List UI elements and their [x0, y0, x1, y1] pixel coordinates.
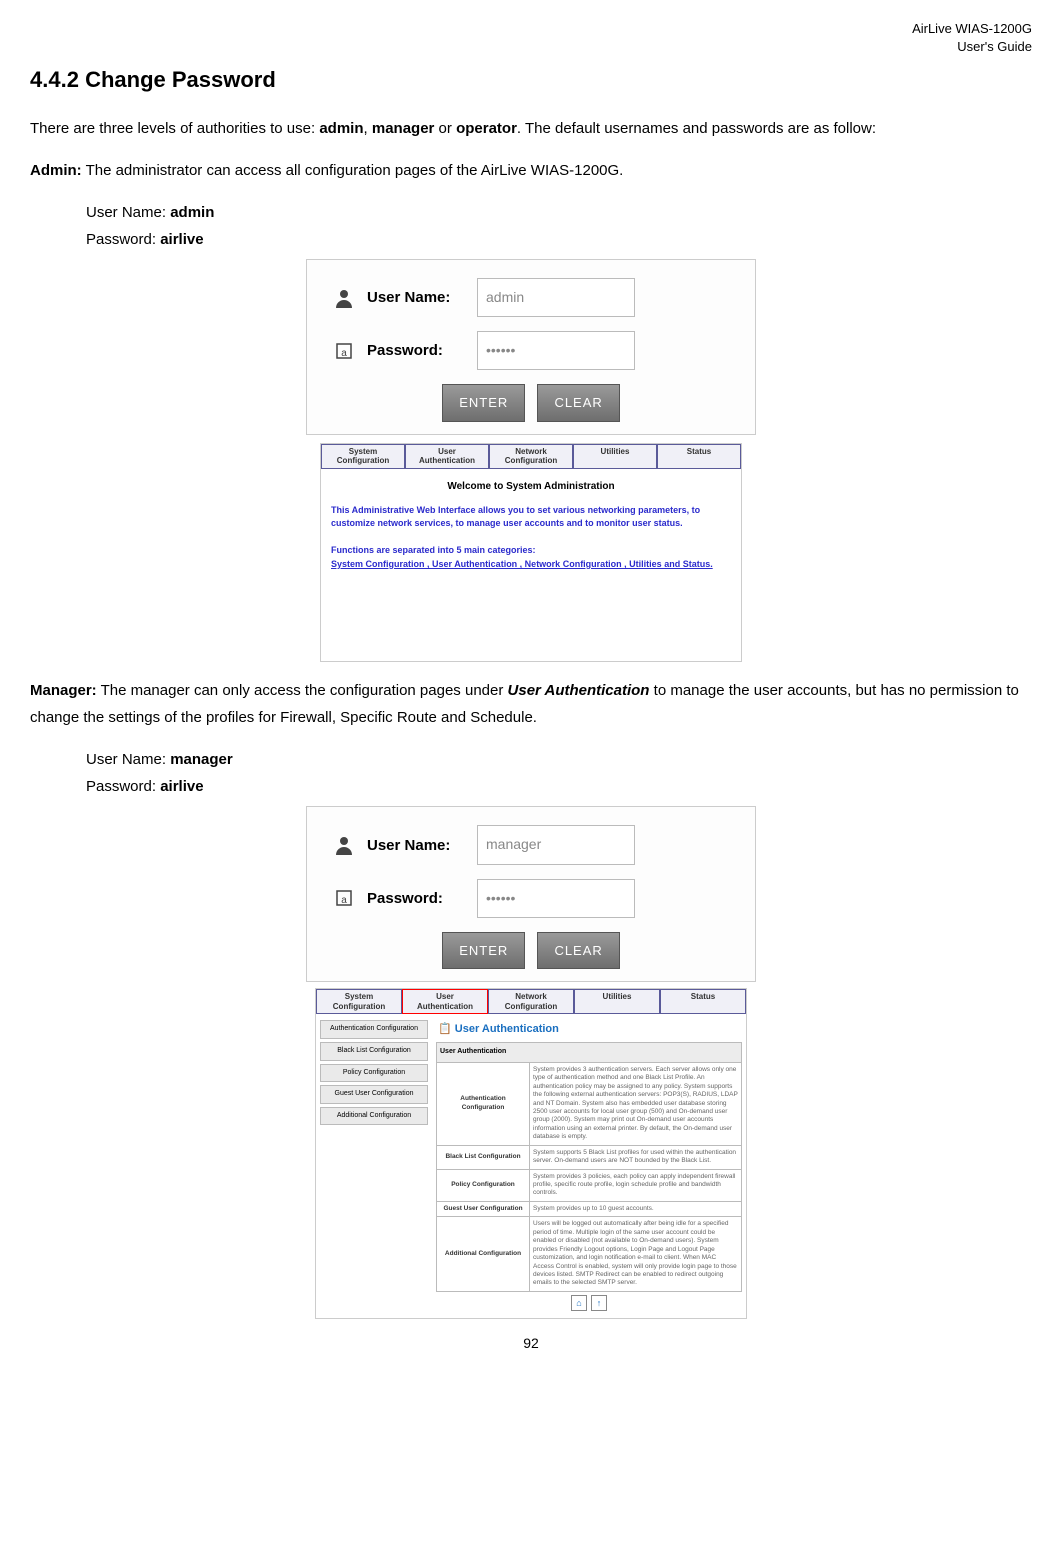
admin-tabs: SystemConfiguration UserAuthentication N… [321, 444, 741, 469]
top-icon[interactable]: ↑ [591, 1295, 607, 1311]
sidebar-guest[interactable]: Guest User Configuration [320, 1085, 428, 1104]
password-input[interactable]: •••••• [477, 879, 635, 918]
page-number: 92 [30, 1331, 1032, 1356]
tab-utilities[interactable]: Utilities [573, 444, 657, 469]
ua-table: User Authentication Authentication Confi… [436, 1042, 742, 1292]
admin-desc: Admin: The administrator can access all … [30, 157, 1032, 184]
tab-status[interactable]: Status [657, 444, 741, 469]
table-row: Policy ConfigurationSystem provides 3 po… [437, 1169, 742, 1201]
password-label: Password: [367, 337, 477, 364]
welcome-links: System Configuration , User Authenticati… [331, 558, 731, 572]
welcome-line2: Functions are separated into 5 main cate… [331, 544, 731, 558]
tab-network-config[interactable]: NetworkConfiguration [489, 444, 573, 469]
clear-button[interactable]: CLEAR [537, 932, 619, 969]
tab-network-config[interactable]: NetworkConfiguration [488, 989, 574, 1014]
username-label: User Name: [367, 832, 477, 859]
welcome-line1: This Administrative Web Interface allows… [331, 504, 731, 531]
welcome-title: Welcome to System Administration [331, 479, 731, 494]
password-icon: a [331, 885, 357, 911]
admin-creds: User Name: admin Password: airlive [30, 199, 1032, 253]
sidebar-policy[interactable]: Policy Configuration [320, 1064, 428, 1083]
admin-login-figure: User Name: admin a Password: •••••• ENTE… [30, 259, 1032, 662]
ua-footer-icons: ⌂ ↑ [436, 1292, 742, 1315]
table-row: Guest User ConfigurationSystem provides … [437, 1201, 742, 1216]
table-row: Additional ConfigurationUsers will be lo… [437, 1217, 742, 1292]
section-number: 4.4.2 [30, 67, 79, 92]
product-name: AirLive WIAS-1200G [912, 21, 1032, 36]
ua-sidebar: Authentication Configuration Black List … [316, 1014, 432, 1318]
enter-button[interactable]: ENTER [442, 932, 525, 969]
tab-system-config[interactable]: SystemConfiguration [321, 444, 405, 469]
username-input[interactable]: admin [477, 278, 635, 317]
tab-user-auth[interactable]: UserAuthentication [402, 989, 488, 1014]
password-icon: a [331, 338, 357, 364]
clear-button[interactable]: CLEAR [537, 384, 619, 421]
sidebar-auth-config[interactable]: Authentication Configuration [320, 1020, 428, 1039]
welcome-body: Welcome to System Administration This Ad… [321, 469, 741, 662]
username-input[interactable]: manager [477, 825, 635, 864]
ua-table-header: User Authentication [437, 1043, 742, 1063]
sidebar-blacklist[interactable]: Black List Configuration [320, 1042, 428, 1061]
table-row: Black List ConfigurationSystem supports … [437, 1145, 742, 1169]
manager-tabs: SystemConfiguration UserAuthentication N… [316, 989, 746, 1014]
admin-welcome-panel: SystemConfiguration UserAuthentication N… [320, 443, 742, 663]
tab-utilities[interactable]: Utilities [574, 989, 660, 1014]
tab-status[interactable]: Status [660, 989, 746, 1014]
home-icon[interactable]: ⌂ [571, 1295, 587, 1311]
password-input[interactable]: •••••• [477, 331, 635, 370]
manager-login-figure: User Name: manager a Password: •••••• EN… [30, 806, 1032, 1319]
ua-main: 📋 User Authentication User Authenticatio… [432, 1014, 746, 1318]
section-title: Change Password [85, 67, 276, 92]
username-label: User Name: [367, 284, 477, 311]
manager-creds: User Name: manager Password: airlive [30, 746, 1032, 800]
svg-text:a: a [341, 895, 347, 906]
svg-text:a: a [341, 348, 347, 359]
password-label: Password: [367, 885, 477, 912]
manager-desc: Manager: The manager can only access the… [30, 677, 1032, 731]
sidebar-additional[interactable]: Additional Configuration [320, 1107, 428, 1126]
doc-header: AirLive WIAS-1200G User's Guide [30, 20, 1032, 56]
user-icon [331, 832, 357, 858]
section-heading: 4.4.2 Change Password [30, 60, 1032, 100]
user-auth-panel: SystemConfiguration UserAuthentication N… [315, 988, 747, 1319]
ua-title: 📋 User Authentication [438, 1020, 742, 1040]
table-row: Authentication ConfigurationSystem provi… [437, 1062, 742, 1145]
user-icon [331, 285, 357, 311]
tab-system-config[interactable]: SystemConfiguration [316, 989, 402, 1014]
tab-user-auth[interactable]: UserAuthentication [405, 444, 489, 469]
login-dialog-manager: User Name: manager a Password: •••••• EN… [306, 806, 756, 982]
intro-paragraph: There are three levels of authorities to… [30, 115, 1032, 142]
enter-button[interactable]: ENTER [442, 384, 525, 421]
login-dialog-admin: User Name: admin a Password: •••••• ENTE… [306, 259, 756, 435]
guide-name: User's Guide [957, 39, 1032, 54]
